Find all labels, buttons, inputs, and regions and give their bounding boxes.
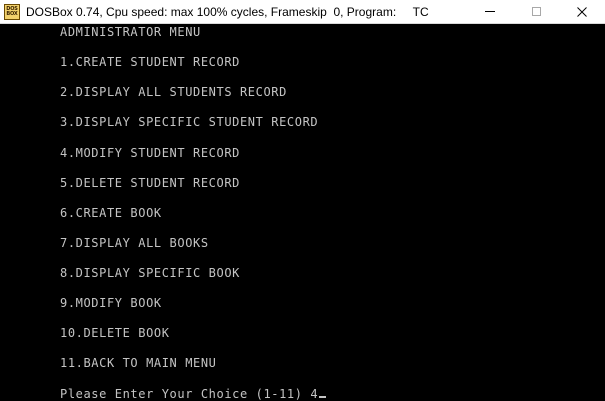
close-icon bbox=[577, 6, 587, 17]
minimize-icon bbox=[485, 11, 495, 12]
menu-item-display-all-students: 2.DISPLAY ALL STUDENTS RECORD bbox=[60, 85, 287, 99]
menu-heading: ADMINISTRATOR MENU bbox=[60, 25, 201, 39]
menu-item-modify-book: 9.MODIFY BOOK bbox=[60, 296, 162, 310]
menu-item-display-specific-student: 3.DISPLAY SPECIFIC STUDENT RECORD bbox=[60, 115, 319, 129]
minimize-button[interactable] bbox=[467, 0, 513, 24]
menu-item-create-book: 6.CREATE BOOK bbox=[60, 206, 162, 220]
dosbox-window: DOS BOX DOSBox 0.74, Cpu speed: max 100%… bbox=[0, 0, 605, 401]
menu-item-delete-student: 5.DELETE STUDENT RECORD bbox=[60, 176, 240, 190]
menu-item-display-specific-book: 8.DISPLAY SPECIFIC BOOK bbox=[60, 266, 240, 280]
app-icon-label-bottom: BOX bbox=[6, 10, 18, 17]
text-cursor bbox=[319, 396, 327, 398]
menu-item-modify-student: 4.MODIFY STUDENT RECORD bbox=[60, 146, 240, 160]
menu-item-delete-book: 10.DELETE BOOK bbox=[60, 326, 170, 340]
dosbox-app-icon[interactable]: DOS BOX bbox=[4, 3, 20, 20]
choice-prompt: Please Enter Your Choice (1-11) 4 bbox=[60, 387, 319, 401]
maximize-icon bbox=[531, 7, 541, 16]
close-button[interactable] bbox=[559, 0, 605, 24]
dos-console[interactable]: ADMINISTRATOR MENU 1.CREATE STUDENT RECO… bbox=[0, 24, 605, 401]
maximize-button[interactable] bbox=[513, 0, 559, 24]
menu-item-create-student: 1.CREATE STUDENT RECORD bbox=[60, 55, 240, 69]
title-bar[interactable]: DOS BOX DOSBox 0.74, Cpu speed: max 100%… bbox=[0, 0, 605, 24]
window-title: DOSBox 0.74, Cpu speed: max 100% cycles,… bbox=[26, 4, 429, 19]
choice-prompt-line[interactable]: Please Enter Your Choice (1-11) 4 bbox=[60, 387, 327, 401]
menu-item-display-all-books: 7.DISPLAY ALL BOOKS bbox=[60, 236, 209, 250]
menu-item-back-to-main: 11.BACK TO MAIN MENU bbox=[60, 356, 217, 370]
